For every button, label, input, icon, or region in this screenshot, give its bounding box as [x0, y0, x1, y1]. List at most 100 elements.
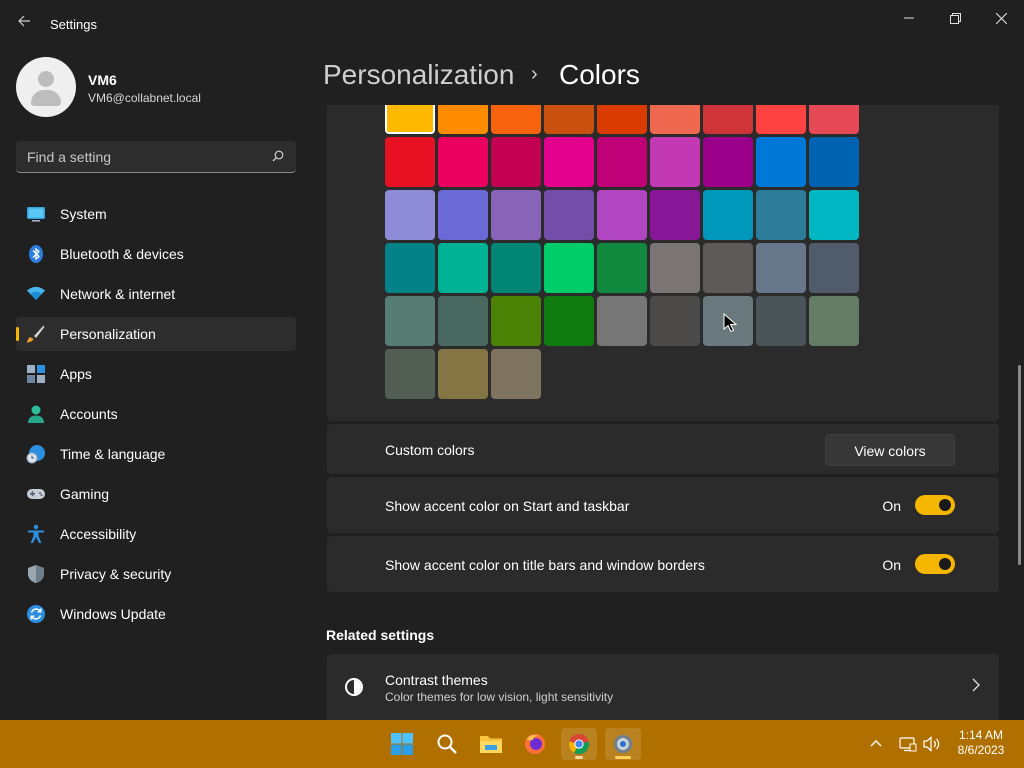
- toggle-knob: [939, 499, 951, 511]
- accessibility-icon: [28, 524, 44, 543]
- firefox-button[interactable]: [517, 728, 553, 760]
- accent-color-swatch[interactable]: [438, 349, 488, 399]
- accent-color-swatch[interactable]: [491, 137, 541, 187]
- file-explorer-icon: [480, 736, 502, 753]
- chevron-up-icon[interactable]: [869, 736, 883, 750]
- accent-color-swatch[interactable]: [544, 105, 594, 134]
- restore-icon: [949, 12, 961, 24]
- close-button[interactable]: [978, 6, 1024, 30]
- accent-color-swatch[interactable]: [756, 105, 806, 134]
- search-icon[interactable]: [272, 150, 284, 162]
- sidebar-item-accounts[interactable]: Accounts: [16, 397, 296, 431]
- accent-color-swatch[interactable]: [438, 296, 488, 346]
- profile-name: VM6: [88, 72, 117, 88]
- accent-color-swatch[interactable]: [703, 105, 753, 134]
- sidebar-item-network[interactable]: Network & internet: [16, 277, 296, 311]
- scrollbar-thumb[interactable]: [1018, 365, 1021, 565]
- search-icon: [437, 734, 457, 754]
- accent-color-swatch[interactable]: [438, 137, 488, 187]
- accent-color-swatch[interactable]: [597, 296, 647, 346]
- person-icon: [28, 405, 44, 423]
- accent-color-swatch[interactable]: [491, 349, 541, 399]
- accent-color-swatch[interactable]: [385, 349, 435, 399]
- bluetooth-icon: [29, 245, 43, 263]
- accent-color-swatch[interactable]: [809, 296, 859, 346]
- volume-icon[interactable]: [923, 736, 941, 752]
- taskbar-clock[interactable]: 1:14 AM 8/6/2023: [948, 728, 1014, 758]
- clock-date: 8/6/2023: [957, 743, 1005, 757]
- back-button[interactable]: [14, 14, 34, 34]
- contrast-themes-link[interactable]: Contrast themes Color themes for low vis…: [327, 654, 999, 720]
- accent-color-swatch[interactable]: [544, 296, 594, 346]
- accent-color-swatch[interactable]: [544, 137, 594, 187]
- accent-color-swatch[interactable]: [650, 137, 700, 187]
- accent-color-swatch[interactable]: [703, 190, 753, 240]
- accent-color-swatch[interactable]: [703, 243, 753, 293]
- accent-start-taskbar-toggle[interactable]: [915, 495, 955, 515]
- accent-color-swatch[interactable]: [597, 137, 647, 187]
- accent-color-swatch[interactable]: [650, 190, 700, 240]
- accent-color-swatch[interactable]: [385, 105, 435, 134]
- accent-color-swatch[interactable]: [650, 243, 700, 293]
- accent-color-swatch[interactable]: [491, 190, 541, 240]
- sidebar-item-system[interactable]: System: [16, 197, 296, 231]
- accent-color-swatch[interactable]: [597, 243, 647, 293]
- minimize-button[interactable]: [886, 6, 932, 30]
- accent-color-swatch[interactable]: [809, 243, 859, 293]
- accent-color-swatch[interactable]: [756, 137, 806, 187]
- avatar[interactable]: [16, 57, 76, 117]
- accent-color-swatch[interactable]: [544, 243, 594, 293]
- accent-color-swatch[interactable]: [491, 243, 541, 293]
- shield-icon: [28, 565, 44, 583]
- accent-color-swatch[interactable]: [703, 137, 753, 187]
- file-explorer-button[interactable]: [473, 728, 509, 760]
- search-input[interactable]: Find a setting: [16, 141, 296, 173]
- network-icon[interactable]: [899, 736, 917, 752]
- settings-taskbar-button[interactable]: [605, 728, 641, 760]
- sidebar-item-gaming[interactable]: Gaming: [16, 477, 296, 511]
- accent-color-swatch[interactable]: [385, 137, 435, 187]
- accent-color-swatch[interactable]: [756, 296, 806, 346]
- accent-color-swatch[interactable]: [385, 296, 435, 346]
- toggle-label: Show accent color on Start and taskbar: [385, 498, 630, 514]
- taskbar-search-button[interactable]: [429, 728, 465, 760]
- accent-color-swatch[interactable]: [597, 190, 647, 240]
- sidebar-item-time-language[interactable]: Time & language: [16, 437, 296, 471]
- search-placeholder: Find a setting: [27, 149, 112, 165]
- accent-color-swatch[interactable]: [597, 105, 647, 134]
- restore-button[interactable]: [932, 6, 978, 30]
- accent-color-swatch[interactable]: [650, 296, 700, 346]
- sidebar-item-label: Gaming: [60, 486, 110, 502]
- accent-color-swatch[interactable]: [809, 105, 859, 134]
- accent-title-bars-toggle[interactable]: [915, 554, 955, 574]
- accent-color-swatch[interactable]: [650, 105, 700, 134]
- sidebar-item-privacy[interactable]: Privacy & security: [16, 557, 296, 591]
- sidebar-item-bluetooth[interactable]: Bluetooth & devices: [16, 237, 296, 271]
- accent-color-swatch[interactable]: [756, 243, 806, 293]
- accent-color-swatch[interactable]: [809, 190, 859, 240]
- wifi-icon: [27, 286, 45, 300]
- accent-color-swatch[interactable]: [544, 190, 594, 240]
- accent-color-swatch[interactable]: [756, 190, 806, 240]
- app-title: Settings: [50, 17, 97, 32]
- view-colors-button[interactable]: View colors: [825, 434, 955, 466]
- accent-title-bars-row: Show accent color on title bars and wind…: [327, 536, 999, 592]
- accent-color-swatch[interactable]: [809, 137, 859, 187]
- sidebar-item-windows-update[interactable]: Windows Update: [16, 597, 296, 631]
- accent-color-swatch[interactable]: [491, 105, 541, 134]
- avatar-body: [31, 90, 61, 106]
- accent-color-swatch[interactable]: [438, 105, 488, 134]
- accent-color-swatch[interactable]: [438, 243, 488, 293]
- sidebar-item-personalization[interactable]: Personalization: [16, 317, 296, 351]
- accent-color-swatch[interactable]: [438, 190, 488, 240]
- accent-color-swatch[interactable]: [385, 243, 435, 293]
- sidebar-item-apps[interactable]: Apps: [16, 357, 296, 391]
- accent-start-taskbar-row: Show accent color on Start and taskbar O…: [327, 477, 999, 533]
- start-button[interactable]: [384, 728, 420, 760]
- chrome-button[interactable]: [561, 728, 597, 760]
- sidebar-item-accessibility[interactable]: Accessibility: [16, 517, 296, 551]
- breadcrumb-parent[interactable]: Personalization: [323, 59, 514, 91]
- accent-color-swatch[interactable]: [491, 296, 541, 346]
- sidebar-item-label: Windows Update: [60, 606, 166, 622]
- accent-color-swatch[interactable]: [385, 190, 435, 240]
